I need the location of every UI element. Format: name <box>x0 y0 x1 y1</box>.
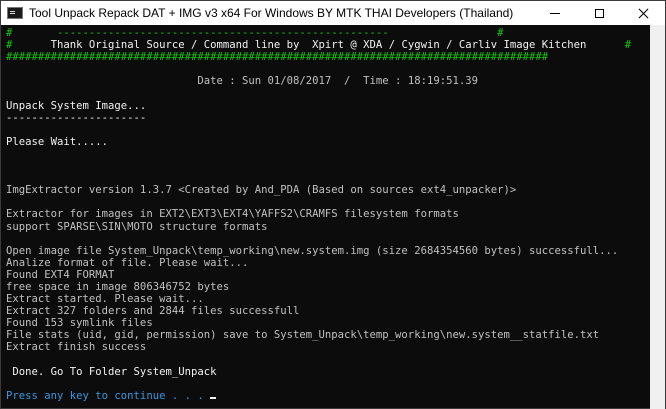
window-title: Tool Unpack Repack DAT + IMG v3 x64 For … <box>29 6 514 20</box>
log-line: Open image file System_Unpack\temp_worki… <box>6 244 619 257</box>
prompt-line: Press any key to continue . . . <box>6 390 651 402</box>
console-output[interactable]: # --------------------------------------… <box>1 25 651 409</box>
log-line: File stats (uid, gid, permission) save t… <box>6 329 600 342</box>
close-button[interactable] <box>621 1 665 25</box>
continue-prompt: Press any key to continue . . . <box>6 389 211 402</box>
please-wait-line: Please Wait..... <box>6 135 109 148</box>
header-border-line: # --------------------------------------… <box>6 27 504 39</box>
text-cursor <box>210 396 217 399</box>
window-controls <box>533 1 665 25</box>
console-window: Tool Unpack Repack DAT + IMG v3 x64 For … <box>0 0 666 409</box>
maximize-icon <box>594 8 604 18</box>
section-title: Unpack System Image... <box>6 99 147 112</box>
header-credit-line: # Thank Original Source / Command line b… <box>6 39 632 52</box>
date-line: Date : Sun 01/08/2017 / Time : 18:19:51.… <box>6 75 651 87</box>
log-line: Extract started. Please wait... <box>6 293 204 306</box>
date-text: Date : Sun 01/08/2017 / Time : 18:19:51.… <box>197 75 478 88</box>
title-bar[interactable]: Tool Unpack Repack DAT + IMG v3 x64 For … <box>1 1 665 25</box>
vertical-scrollbar[interactable] <box>650 25 665 409</box>
minimize-button[interactable] <box>533 1 577 25</box>
log-line: Found EXT4 FORMAT <box>6 268 115 281</box>
minimize-icon <box>550 12 560 14</box>
log-line: Extract 327 folders and 2844 files succe… <box>6 305 300 318</box>
support-desc-line: support SPARSE\SIN\MOTO structure format… <box>6 220 268 233</box>
log-line: Found 153 symlink files <box>6 317 153 330</box>
maximize-button[interactable] <box>577 1 621 25</box>
img-version-line: ImgExtractor version 1.3.7 <Created by A… <box>6 184 517 197</box>
section-underline: ---------------------- <box>6 111 147 124</box>
log-line: Analize format of file. Please wait... <box>6 256 249 269</box>
header-hash-line: ########################################… <box>6 51 549 64</box>
extractor-desc-line: Extractor for images in EXT2\EXT3\EXT4\Y… <box>6 208 459 221</box>
log-line: free space in image 806346752 bytes <box>6 280 230 293</box>
close-icon <box>638 8 649 19</box>
done-line: Done. Go To Folder System_Unpack <box>6 365 217 378</box>
log-line: Extract finish success <box>6 341 147 354</box>
console-app-icon <box>7 7 23 19</box>
